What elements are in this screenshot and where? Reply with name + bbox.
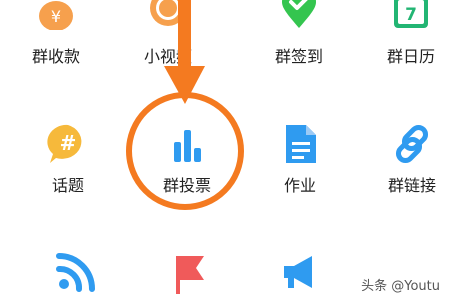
document-icon (286, 125, 316, 163)
location-check-icon (282, 0, 316, 28)
grid-item-label: 作业 (283, 176, 316, 195)
grid-item-label: 话题 (51, 176, 84, 195)
video-icon (150, 0, 186, 26)
link-icon (395, 124, 429, 164)
grid-item-topic[interactable]: # 话题 (12, 120, 124, 200)
grid-item-short-video[interactable]: 小视频 (112, 0, 224, 70)
hashtag-bubble-icon: # (47, 124, 82, 163)
grid-item-label: 群签到 (274, 47, 323, 66)
grid-item-label: 小视频 (143, 47, 192, 66)
grid-item-group-calendar[interactable]: 7 群日历 (355, 0, 450, 70)
grid-item-group-link[interactable]: 群链接 (356, 120, 450, 200)
flag-icon (176, 256, 204, 294)
grid-item-label: 群日历 (386, 47, 435, 66)
grid-item-group-payment[interactable]: ¥ 群收款 (0, 0, 112, 70)
wifi-feed-icon (56, 253, 95, 292)
grid-item-announcement[interactable] (244, 250, 356, 300)
grid-item-label: 群收款 (31, 47, 80, 66)
megaphone-icon (284, 256, 312, 288)
grid-item-flag[interactable] (132, 250, 244, 300)
grid-item-homework[interactable]: 作业 (244, 120, 356, 200)
money-symbol: ¥ (51, 7, 61, 26)
grid-item-feed[interactable] (20, 250, 132, 300)
watermark: 头条 @Youtu (361, 279, 440, 294)
app-grid-screen: ¥ 群收款 小视频 群签到 7 群日历 # 话题 群投票 作业 群链接 头条 @… (0, 0, 450, 300)
grid-item-group-vote[interactable]: 群投票 (131, 120, 243, 200)
hashtag-glyph: # (60, 131, 77, 155)
grid-item-group-checkin[interactable]: 群签到 (243, 0, 355, 70)
bar-chart-icon (174, 130, 201, 162)
grid-item-label: 群链接 (387, 176, 436, 195)
calendar-day: 7 (405, 5, 417, 25)
money-bag-icon: ¥ (39, 1, 73, 30)
calendar-icon: 7 (394, 0, 428, 28)
grid-item-label: 群投票 (162, 176, 211, 195)
